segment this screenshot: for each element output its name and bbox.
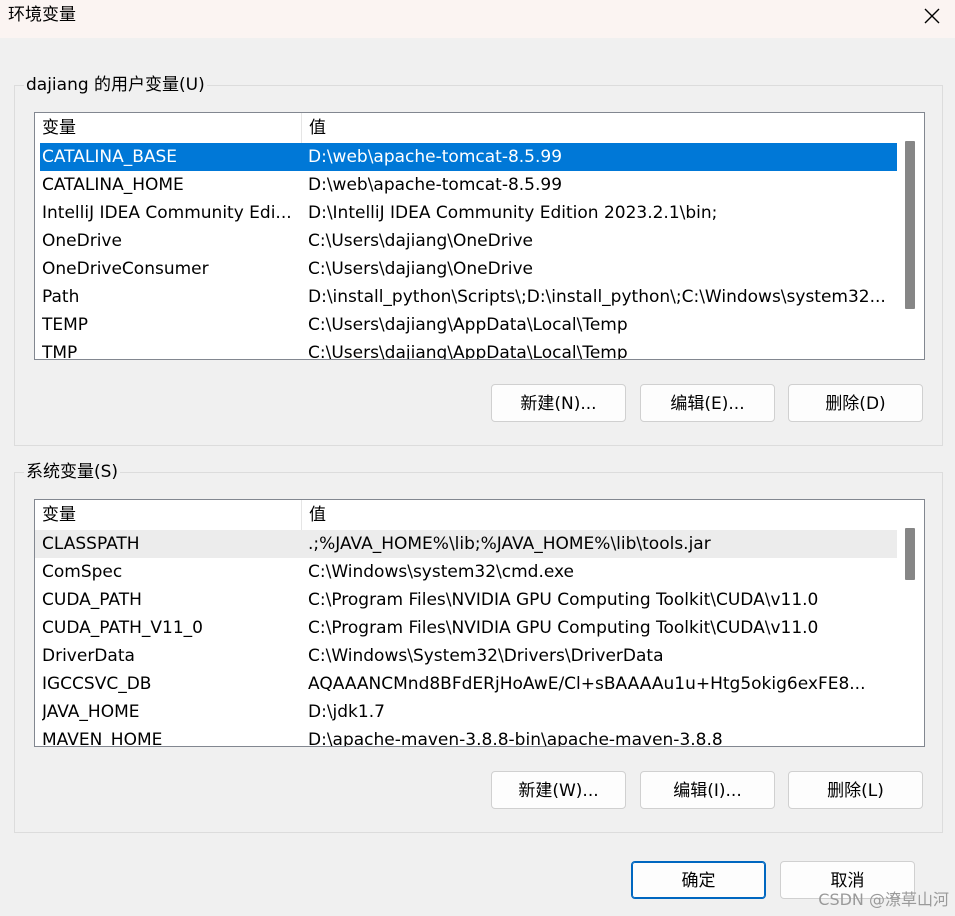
- variable-name: OneDrive: [42, 231, 122, 251]
- title-bar: 环境变量: [0, 0, 955, 38]
- variable-value: AQAAANCMnd8BFdERjHoAwE/Cl+sBAAAAu1u+Htg5…: [308, 674, 866, 694]
- variable-name: ComSpec: [42, 562, 123, 582]
- close-button[interactable]: [909, 0, 955, 32]
- variable-value: D:\IntelliJ IDEA Community Edition 2023.…: [308, 203, 718, 223]
- window-title: 环境变量: [8, 5, 76, 25]
- column-header-value[interactable]: 值: [302, 113, 897, 143]
- variable-name: OneDriveConsumer: [42, 259, 209, 279]
- table-row[interactable]: OneDrive C:\Users\dajiang\OneDrive: [35, 227, 897, 255]
- table-row[interactable]: CUDA_PATH_V11_0 C:\Program Files\NVIDIA G…: [35, 614, 897, 642]
- table-row[interactable]: CATALINA_HOME D:\web\apache-tomcat-8.5.99: [35, 171, 897, 199]
- table-row[interactable]: ComSpec C:\Windows\system32\cmd.exe: [35, 558, 897, 586]
- table-row[interactable]: Path D:\install_python\Scripts\;D:\instal…: [35, 283, 897, 311]
- list-header: 变量 值: [35, 500, 897, 530]
- table-row[interactable]: DriverData C:\Windows\System32\Drivers\Dr…: [35, 642, 897, 670]
- scrollbar-thumb[interactable]: [905, 528, 915, 580]
- variable-value: C:\Users\dajiang\OneDrive: [308, 231, 533, 251]
- variable-name: TMP: [42, 343, 78, 360]
- user-variables-list[interactable]: 变量 值 CATALINA_BASE D:\web\apache-tomcat-8…: [34, 112, 925, 360]
- variable-name: MAVEN_HOME: [42, 730, 163, 747]
- system-edit-button[interactable]: 编辑(I)...: [640, 771, 775, 809]
- table-row[interactable]: CATALINA_BASE D:\web\apache-tomcat-8.5.99: [40, 143, 897, 171]
- system-variables-rows: CLASSPATH .;%JAVA_HOME%\lib;%JAVA_HOME%\l…: [35, 530, 897, 747]
- variable-name: TEMP: [42, 315, 89, 335]
- variable-value: C:\Windows\system32\cmd.exe: [308, 562, 575, 582]
- user-variables-label: dajiang 的用户变量(U): [24, 74, 207, 96]
- variable-value: D:\web\apache-tomcat-8.5.99: [308, 147, 563, 167]
- variable-name: CUDA_PATH: [42, 590, 142, 610]
- variable-name: DriverData: [42, 646, 135, 666]
- variable-value: D:\jdk1.7: [308, 702, 385, 722]
- variable-name: Path: [42, 287, 80, 307]
- table-row[interactable]: JAVA_HOME D:\jdk1.7: [35, 698, 897, 726]
- scrollbar-thumb[interactable]: [905, 141, 915, 309]
- variable-name: CATALINA_HOME: [42, 175, 184, 195]
- variable-value: D:\install_python\Scripts\;D:\install_py…: [308, 287, 886, 307]
- system-variables-label: 系统变量(S): [24, 461, 121, 483]
- variable-name: CLASSPATH: [42, 534, 140, 554]
- variable-value: C:\Users\dajiang\AppData\Local\Temp: [308, 343, 628, 360]
- system-variables-list[interactable]: 变量 值 CLASSPATH .;%JAVA_HOME%\lib;%JAVA_HO…: [34, 499, 925, 747]
- table-row[interactable]: OneDriveConsumer C:\Users\dajiang\OneDriv…: [35, 255, 897, 283]
- close-icon: [924, 8, 940, 24]
- system-delete-button[interactable]: 删除(L): [788, 771, 923, 809]
- variable-value: C:\Windows\System32\Drivers\DriverData: [308, 646, 664, 666]
- variable-name: CUDA_PATH_V11_0: [42, 618, 203, 638]
- table-row[interactable]: TMP C:\Users\dajiang\AppData\Local\Temp: [35, 339, 897, 360]
- watermark: CSDN @潦草山河: [818, 890, 949, 909]
- variable-value: .;%JAVA_HOME%\lib;%JAVA_HOME%\lib\tools.…: [308, 534, 711, 554]
- variable-name: IntelliJ IDEA Community Edi...: [42, 203, 292, 223]
- user-new-button[interactable]: 新建(N)...: [491, 384, 626, 422]
- table-row[interactable]: IntelliJ IDEA Community Edi... D:\Intelli…: [35, 199, 897, 227]
- table-row[interactable]: CLASSPATH .;%JAVA_HOME%\lib;%JAVA_HOME%\l…: [35, 530, 897, 558]
- table-row[interactable]: MAVEN_HOME D:\apache-maven-3.8.8-bin\apac…: [35, 726, 897, 747]
- column-header-variable[interactable]: 变量: [35, 500, 302, 530]
- system-new-button[interactable]: 新建(W)...: [491, 771, 626, 809]
- table-row[interactable]: TEMP C:\Users\dajiang\AppData\Local\Temp: [35, 311, 897, 339]
- system-variables-scrollbar[interactable]: [897, 500, 924, 746]
- variable-value: D:\web\apache-tomcat-8.5.99: [308, 175, 563, 195]
- variable-name: IGCCSVC_DB: [42, 674, 152, 694]
- variable-name: CATALINA_BASE: [42, 147, 178, 167]
- table-row[interactable]: CUDA_PATH C:\Program Files\NVIDIA GPU Com…: [35, 586, 897, 614]
- ok-button[interactable]: 确定: [631, 861, 766, 899]
- user-variables-scrollbar[interactable]: [897, 113, 924, 359]
- variable-value: C:\Users\dajiang\AppData\Local\Temp: [308, 315, 628, 335]
- variable-value: D:\apache-maven-3.8.8-bin\apache-maven-3…: [308, 730, 723, 747]
- column-header-value[interactable]: 值: [302, 500, 897, 530]
- column-header-variable[interactable]: 变量: [35, 113, 302, 143]
- user-delete-button[interactable]: 删除(D): [788, 384, 923, 422]
- variable-name: JAVA_HOME: [42, 702, 140, 722]
- variable-value: C:\Users\dajiang\OneDrive: [308, 259, 533, 279]
- variable-value: C:\Program Files\NVIDIA GPU Computing To…: [308, 590, 819, 610]
- table-row[interactable]: IGCCSVC_DB AQAAANCMnd8BFdERjHoAwE/Cl+sBAA…: [35, 670, 897, 698]
- user-variables-rows: CATALINA_BASE D:\web\apache-tomcat-8.5.99…: [35, 143, 897, 360]
- variable-value: C:\Program Files\NVIDIA GPU Computing To…: [308, 618, 819, 638]
- list-header: 变量 值: [35, 113, 897, 143]
- user-edit-button[interactable]: 编辑(E)...: [640, 384, 775, 422]
